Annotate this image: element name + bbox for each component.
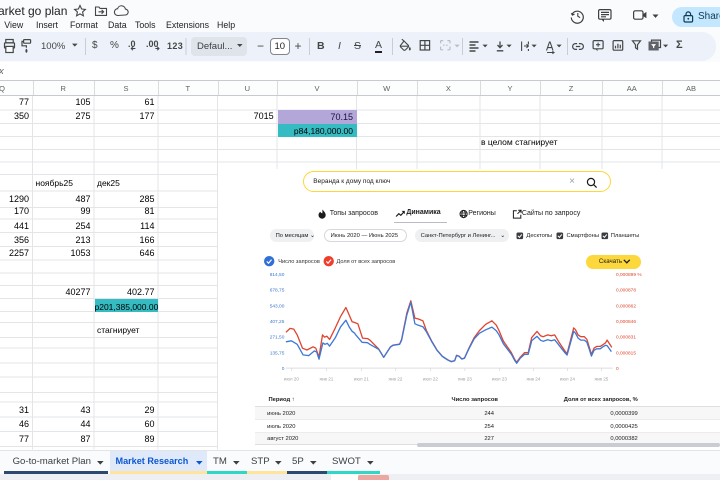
svg-text:0,000878: 0,000878 bbox=[616, 288, 636, 294]
svg-text:814,50: 814,50 bbox=[269, 272, 284, 278]
svg-text:543,00: 543,00 bbox=[269, 303, 284, 309]
svg-text:0,000862: 0,000862 bbox=[616, 303, 636, 309]
svg-text:июл 20: июл 20 bbox=[284, 377, 299, 382]
svg-text:0: 0 bbox=[281, 366, 284, 372]
svg-text:678,75: 678,75 bbox=[269, 288, 284, 294]
svg-text:135,75: 135,75 bbox=[269, 350, 284, 356]
svg-text:янв 21: янв 21 bbox=[319, 377, 333, 382]
svg-text:271,50: 271,50 bbox=[269, 335, 284, 341]
svg-text:407,25: 407,25 bbox=[269, 319, 284, 325]
svg-text:0,000831: 0,000831 bbox=[616, 335, 636, 341]
svg-text:янв 23: янв 23 bbox=[458, 377, 472, 382]
svg-text:янв 25: янв 25 bbox=[594, 377, 608, 382]
svg-text:0,000815: 0,000815 bbox=[616, 350, 636, 356]
svg-text:июл 23: июл 23 bbox=[492, 377, 507, 382]
svg-text:июл 24: июл 24 bbox=[560, 377, 575, 382]
svg-text:0,000846: 0,000846 bbox=[616, 319, 636, 325]
svg-text:янв 24: янв 24 bbox=[526, 377, 540, 382]
svg-text:июл 21: июл 21 bbox=[354, 377, 369, 382]
svg-text:янв 22: янв 22 bbox=[388, 377, 402, 382]
svg-text:июл 22: июл 22 bbox=[423, 377, 438, 382]
svg-text:0: 0 bbox=[616, 366, 619, 372]
svg-text:0,000899 %: 0,000899 % bbox=[616, 272, 642, 278]
